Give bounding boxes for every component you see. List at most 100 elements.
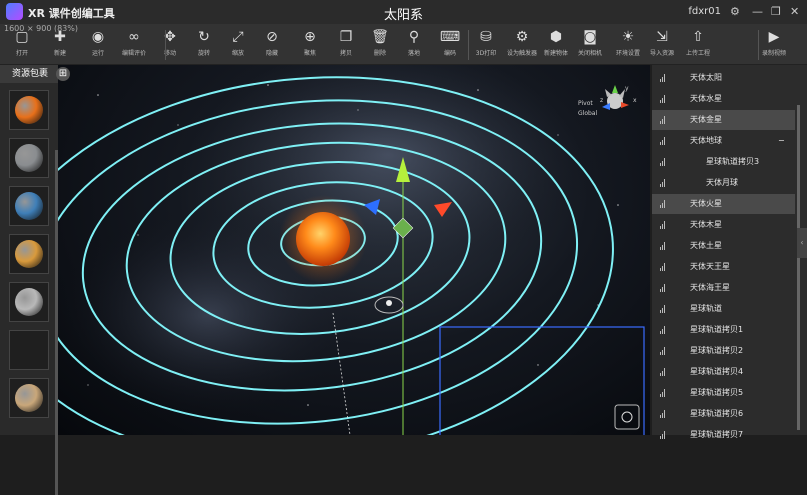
print3d-icon: ⛁ [480, 29, 492, 45]
tool-label: 删除 [373, 50, 386, 57]
tool-print3d-button[interactable]: ⛁ 3D打印 [468, 28, 504, 57]
hierarchy-item[interactable]: 天体水星 [652, 89, 795, 109]
resource-thumb-venus[interactable] [9, 234, 49, 274]
hierarchy-item-label: 天体土星 [690, 241, 722, 250]
resource-thumb-mercury[interactable] [9, 138, 49, 178]
collapse-toggle-icon[interactable]: − [778, 131, 785, 151]
sun-planet-icon [15, 96, 43, 124]
signal-bars-icon [660, 326, 667, 334]
hierarchy-item[interactable]: 天体月球 [652, 173, 795, 193]
link-icon: ∞ [128, 29, 140, 45]
tool-move-button[interactable]: ✥ 移动 [152, 28, 188, 57]
signal-bars-icon [660, 158, 667, 166]
hierarchy-item-label: 星球轨道拷贝1 [690, 325, 744, 334]
add-resource-icon[interactable]: ⊞ [56, 67, 70, 81]
resource-thumb-empty[interactable] [9, 330, 49, 370]
hierarchy-item[interactable]: 星球轨道 [652, 299, 795, 319]
signal-bars-icon [660, 137, 667, 145]
tool-link-button[interactable]: ∞ 编辑评价 [116, 28, 152, 57]
tool-eye-button[interactable]: ◉ 运行 [80, 28, 116, 57]
tool-label: 隐藏 [265, 50, 278, 57]
minimize-icon[interactable]: — [752, 5, 763, 18]
tool-focus-button[interactable]: ⊕ 聚焦 [292, 28, 328, 57]
scene-viewport[interactable]: Pivot Global y x z [58, 65, 650, 435]
tool-code-button[interactable]: ⌨ 编码 [432, 28, 468, 57]
hierarchy-item[interactable]: 天体火星 [652, 194, 795, 214]
tool-label: 上传工程 [685, 50, 710, 57]
resource-panel-title: 资源包裹 [0, 65, 58, 83]
upload-icon: ⇧ [692, 29, 704, 45]
tool-pin-button[interactable]: ⚲ 落地 [396, 28, 432, 57]
hierarchy-item-label: 星球轨道拷贝2 [690, 346, 744, 355]
tool-sun-button[interactable]: ☀ 环境设置 [610, 28, 646, 57]
signal-bars-icon [660, 200, 667, 208]
tool-label: 设为触发器 [506, 50, 537, 57]
tool-import-button[interactable]: ⇲ 导入资源 [644, 28, 680, 57]
hierarchy-item[interactable]: 天体木星 [652, 215, 795, 235]
tool-label: 旋转 [197, 50, 210, 57]
tool-rotate-button[interactable]: ↻ 旋转 [186, 28, 222, 57]
gizmo-axis-y-label: y [625, 85, 629, 92]
tool-video-button[interactable]: ▶ 录制视频 [756, 28, 792, 57]
hierarchy-item-label: 天体金星 [690, 115, 722, 124]
hierarchy-item[interactable]: 星球轨道拷贝6 [652, 404, 795, 424]
hierarchy-item-label: 星球轨道拷贝4 [690, 367, 744, 376]
hierarchy-item[interactable]: 天体海王星 [652, 278, 795, 298]
mercury-planet-icon [15, 144, 43, 172]
sun-planet [296, 212, 350, 266]
tool-cube-button[interactable]: ⬢ 新建物体 [538, 28, 574, 57]
tool-upload-button[interactable]: ⇧ 上传工程 [680, 28, 716, 57]
hierarchy-item[interactable]: 天体地球 − [652, 131, 795, 151]
video-icon: ▶ [768, 29, 780, 45]
restore-icon[interactable]: ❐ [771, 5, 781, 18]
tool-label: 新建物体 [543, 50, 568, 57]
hierarchy-item[interactable]: 星球轨道拷贝4 [652, 362, 795, 382]
tool-hide-button[interactable]: ⊘ 隐藏 [254, 28, 290, 57]
hierarchy-item[interactable]: 天体金星 [652, 110, 795, 130]
hierarchy-item-label: 天体天王星 [690, 262, 730, 271]
resource-thumb-moon[interactable] [9, 282, 49, 322]
cube-icon: ⬢ [549, 29, 563, 45]
hierarchy-item-label: 天体水星 [690, 94, 722, 103]
camera-icon: ◙ [583, 29, 597, 45]
gizmo-pivot-label[interactable]: Pivot [578, 100, 593, 107]
hierarchy-item[interactable]: 星球轨道拷贝5 [652, 383, 795, 403]
tool-label: 导入资源 [649, 50, 674, 57]
close-icon[interactable]: ✕ [790, 5, 799, 18]
delete-icon: 🗑 [371, 29, 389, 45]
resource-panel: 资源包裹 [0, 65, 58, 495]
hierarchy-scrollbar[interactable] [797, 105, 800, 430]
signal-bars-icon [660, 179, 667, 187]
tool-camera-button[interactable]: ◙ 关闭相机 [572, 28, 608, 57]
hierarchy-item[interactable]: 天体太阳 [652, 68, 795, 88]
resource-thumb-earth[interactable] [9, 186, 49, 226]
signal-bars-icon [660, 242, 667, 250]
hierarchy-item-label: 天体太阳 [690, 73, 722, 82]
signal-bars-icon [660, 95, 667, 103]
gear-icon[interactable]: ⚙ [730, 5, 740, 18]
tool-trigger-button[interactable]: ⚙ 设为触发器 [504, 28, 540, 57]
resource-thumb-jupiter[interactable] [9, 378, 49, 418]
tool-delete-button[interactable]: 🗑 删除 [362, 28, 398, 57]
user-name[interactable]: fdxr01 [688, 6, 721, 17]
hierarchy-item[interactable]: 星球轨道拷贝2 [652, 341, 795, 361]
tool-label: 聚焦 [303, 50, 316, 57]
hierarchy-item[interactable]: 星球轨道拷贝1 [652, 320, 795, 340]
hierarchy-item[interactable]: 星球轨道拷贝7 [652, 425, 795, 445]
signal-bars-icon [660, 263, 667, 271]
gizmo-space-label[interactable]: Global [578, 110, 597, 117]
hierarchy-item-label: 天体海王星 [690, 283, 730, 292]
toolbar-separator [165, 30, 166, 60]
tool-label: 拷贝 [339, 50, 352, 57]
tool-copy-button[interactable]: ❐ 拷贝 [328, 28, 364, 57]
tool-scale-button[interactable]: ⤢ 缩放 [220, 28, 256, 57]
panel-collapse-handle[interactable]: ‹ [797, 228, 807, 258]
hierarchy-item[interactable]: 天体天王星 [652, 257, 795, 277]
main-toolbar: ▢ 打开 ✚ 新建 ◉ 运行 ∞ 编辑评价 ✥ 移动 ↻ 旋转 ⤢ 缩放 ⊘ 隐藏 ⊕ 聚焦 ❐ 拷贝 🗑 删除 ⚲ 落地 ⌨ 编… [0, 24, 807, 65]
resource-thumb-sun[interactable] [9, 90, 49, 130]
hierarchy-item[interactable]: 星球轨道拷贝3 [652, 152, 795, 172]
signal-bars-icon [660, 305, 667, 313]
hierarchy-item[interactable]: 天体土星 [652, 236, 795, 256]
move-icon: ✥ [164, 29, 176, 45]
signal-bars-icon [660, 347, 667, 355]
